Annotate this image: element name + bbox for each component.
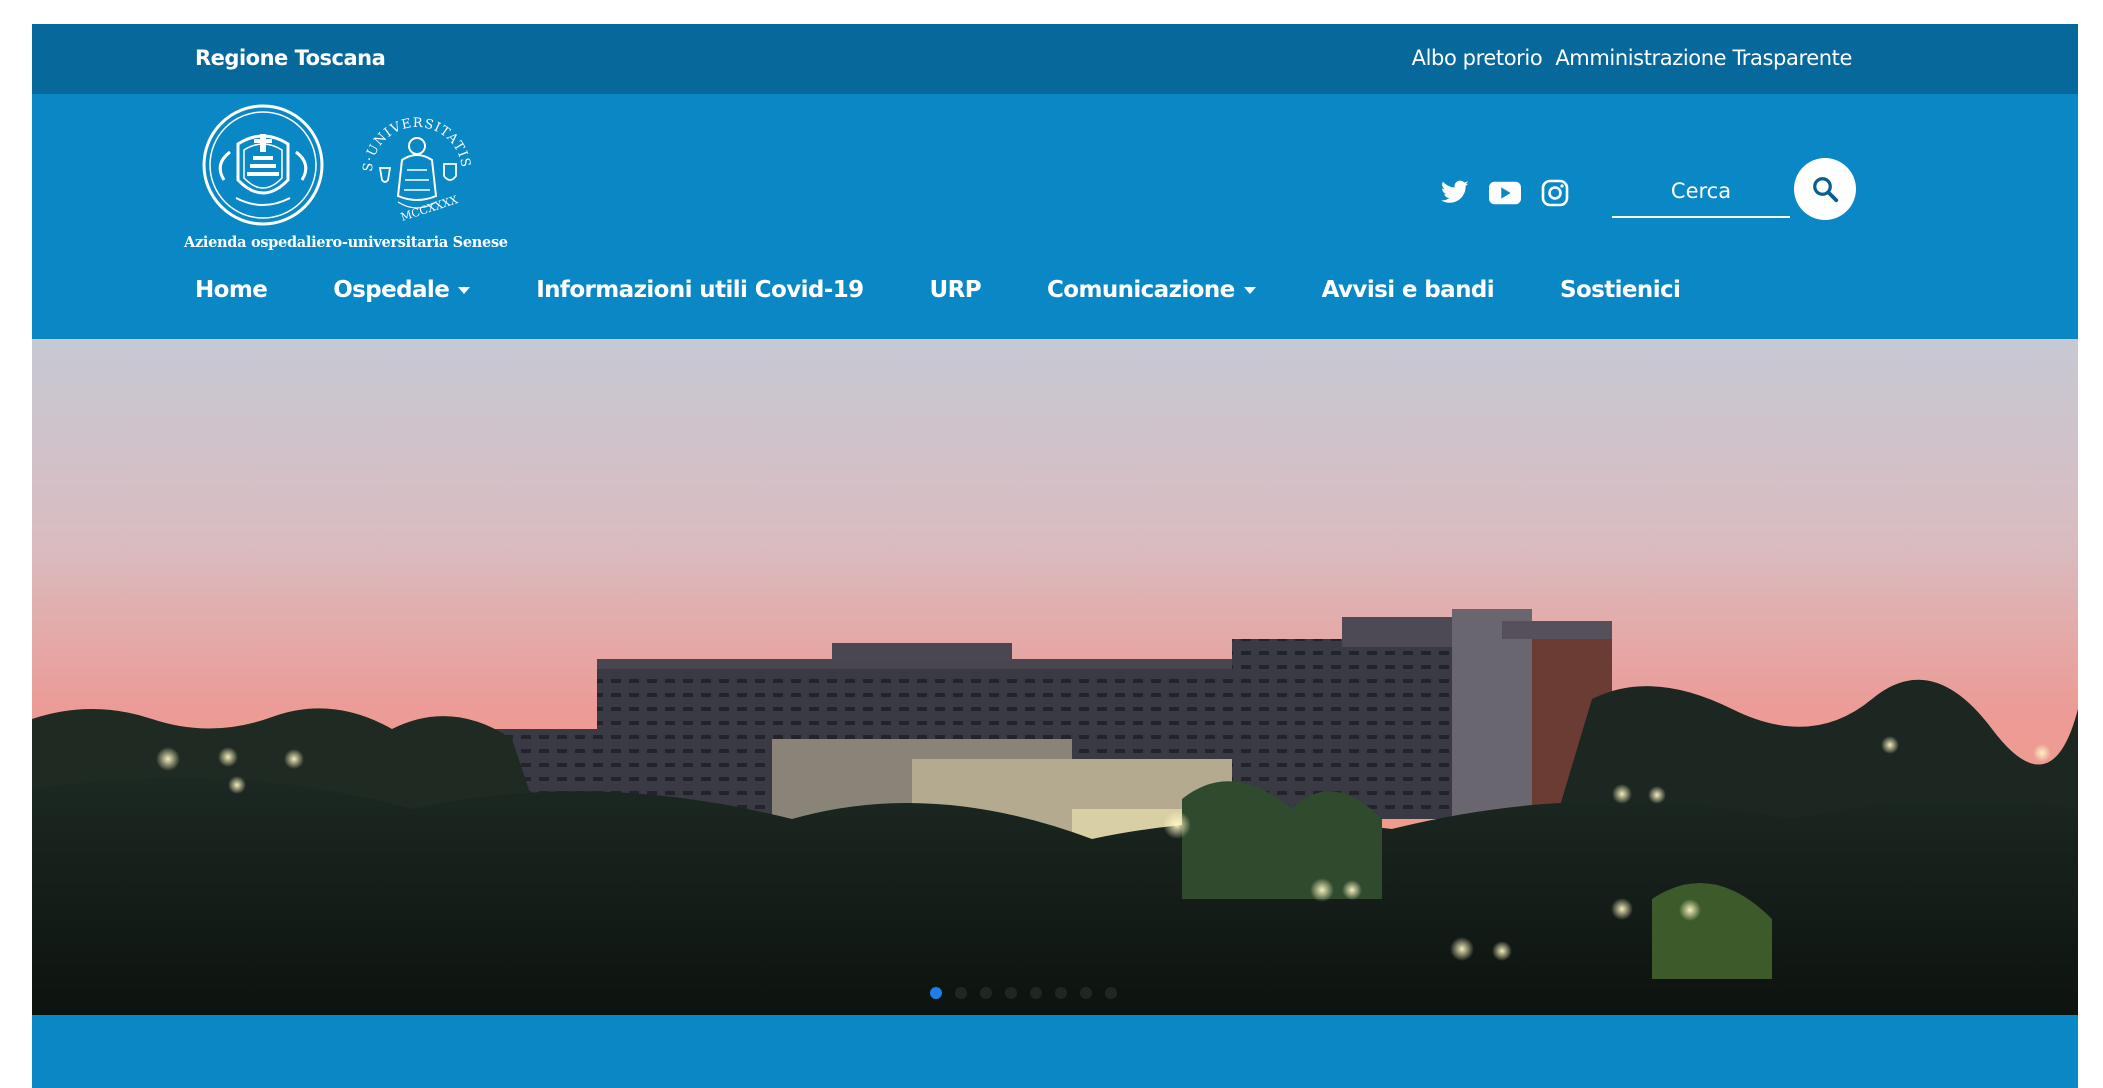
nav-item-label: Ospedale — [333, 277, 450, 303]
nav-item-covid-info[interactable]: Informazioni utili Covid-19 — [536, 277, 864, 303]
carousel-dot[interactable] — [980, 987, 992, 999]
youtube-icon[interactable] — [1489, 177, 1521, 209]
nav-item-home[interactable]: Home — [195, 277, 268, 303]
chevron-down-icon — [1243, 286, 1256, 294]
logo-caption: Azienda ospedaliero-universitaria Senese — [184, 234, 508, 251]
nav-item-comunicazione[interactable]: Comunicazione — [1047, 277, 1256, 303]
nav-item-label: Comunicazione — [1046, 277, 1235, 303]
amministrazione-trasparente-link[interactable]: Amministrazione Trasparente — [1555, 46, 1852, 70]
search-button[interactable] — [1794, 158, 1856, 220]
nav-item-avvisi[interactable]: Avvisi e bandi — [1321, 277, 1495, 303]
hospital-crest-icon — [202, 104, 324, 226]
university-seal-icon: S·UNIVERSITATIS SENARUM MCCXXXX — [352, 102, 473, 224]
nav-item-sostienici[interactable]: Sostienici — [1560, 277, 1681, 303]
site-logo[interactable]: S·UNIVERSITATIS SENARUM MCCXXXX Azienda … — [184, 102, 524, 252]
region-link[interactable]: Regione Toscana — [195, 46, 386, 70]
carousel-dot[interactable] — [1080, 987, 1092, 999]
carousel-dot[interactable] — [930, 987, 942, 999]
hero-image — [32, 339, 2078, 1015]
search-input[interactable] — [1612, 166, 1790, 218]
content-band — [32, 1015, 2078, 1088]
carousel-indicators — [930, 987, 1117, 999]
social-links — [1439, 177, 1571, 209]
carousel-dot[interactable] — [1030, 987, 1042, 999]
top-utility-bar: Regione Toscana Albo pretorio Amministra… — [32, 24, 2078, 94]
carousel-dot[interactable] — [955, 987, 967, 999]
nav-item-urp[interactable]: URP — [929, 277, 982, 303]
carousel-dot[interactable] — [1055, 987, 1067, 999]
chevron-down-icon — [458, 286, 471, 294]
main-navigation: Home Ospedale Informazioni utili Covid-1… — [195, 277, 1746, 303]
utility-links: Albo pretorio Amministrazione Trasparent… — [1412, 46, 1853, 70]
nav-item-label: URP — [929, 277, 982, 303]
carousel-dot[interactable] — [1105, 987, 1117, 999]
nav-item-label: Sostienici — [1560, 277, 1681, 303]
carousel-dot[interactable] — [1005, 987, 1017, 999]
search-icon — [1813, 177, 1839, 203]
search-box — [1612, 156, 1856, 222]
nav-item-ospedale[interactable]: Ospedale — [333, 277, 471, 303]
albo-pretorio-link[interactable]: Albo pretorio — [1412, 46, 1543, 70]
svg-text:S·UNIVERSITATIS SENARUM: S·UNIVERSITATIS SENARUM — [352, 102, 473, 174]
hero-carousel[interactable] — [32, 339, 2078, 1015]
nav-item-label: Informazioni utili Covid-19 — [536, 277, 864, 303]
nav-item-label: Avvisi e bandi — [1321, 277, 1495, 303]
instagram-icon[interactable] — [1539, 177, 1571, 209]
twitter-icon[interactable] — [1439, 177, 1471, 209]
site-header: S·UNIVERSITATIS SENARUM MCCXXXX Azienda … — [32, 94, 2078, 339]
nav-item-label: Home — [195, 277, 268, 303]
page-frame: Regione Toscana Albo pretorio Amministra… — [32, 24, 2078, 1088]
